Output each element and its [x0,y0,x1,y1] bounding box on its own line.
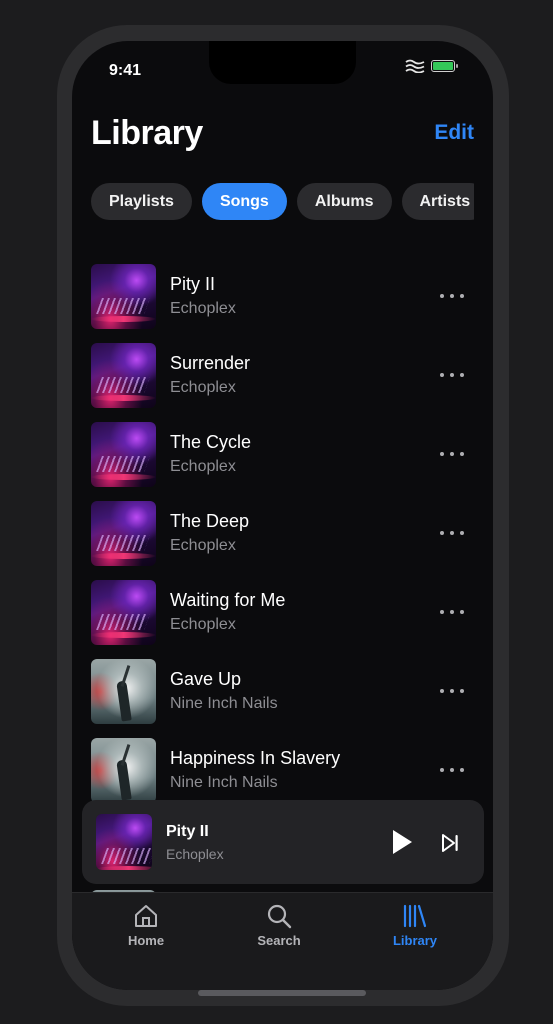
song-meta: Happiness In Slavery Nine Inch Nails [170,747,474,794]
status-time: 9:41 [109,62,142,79]
song-title: The Deep [170,511,250,531]
song-artist: Echoplex [170,616,236,633]
song-row[interactable]: Gave Up Nine Inch Nails [91,652,474,731]
mini-player[interactable]: Pity II Echoplex [82,800,484,884]
song-meta: Pity II Echoplex [170,273,474,320]
song-title: Gave Up [170,669,242,689]
skip-forward-icon[interactable] [440,833,460,853]
song-meta: The Deep Echoplex [170,510,474,557]
status-icons [405,59,458,73]
song-artist: Nine Inch Nails [170,695,278,712]
tab-search-label: Search [257,933,301,948]
song-row[interactable]: Pity II Echoplex [91,257,474,336]
more-options-icon[interactable] [440,524,464,542]
now-playing-title: Pity II [166,822,209,840]
album-art [91,659,156,724]
album-art [91,580,156,645]
chip-songs[interactable]: Songs [201,183,287,220]
song-title: Surrender [170,353,251,373]
song-row[interactable]: The Deep Echoplex [91,494,474,573]
song-artist: Nine Inch Nails [170,774,278,791]
tab-home-label: Home [127,933,165,948]
more-options-icon[interactable] [440,603,464,621]
song-artist: Echoplex [170,300,236,317]
library-icon [403,904,427,928]
song-row[interactable]: Waiting for Me Echoplex [91,573,474,652]
song-meta: Surrender Echoplex [170,352,474,399]
search-icon [267,904,292,929]
battery-level [433,62,453,70]
tab-bar: Home Search Library [72,892,493,990]
screen: 9:41 Library Edit Playlists Songs Albums… [72,41,493,990]
more-options-icon[interactable] [440,287,464,305]
more-options-icon[interactable] [440,445,464,463]
chip-albums[interactable]: Albums [296,183,392,220]
song-title: The Cycle [170,432,252,452]
song-title: Happiness In Slavery [170,748,341,768]
now-playing-meta: Pity II Echoplex [166,823,484,862]
more-options-icon[interactable] [440,366,464,384]
song-row[interactable]: Surrender Echoplex [91,336,474,415]
song-list: Pity II Echoplex Surrender Echoplex The … [91,257,474,810]
album-art [91,422,156,487]
song-meta: The Cycle Echoplex [170,431,474,478]
battery-icon [431,60,458,72]
filter-chips: Playlists Songs Albums Artists [91,183,474,221]
notch [209,41,356,84]
song-row[interactable]: The Cycle Echoplex [91,415,474,494]
album-art [91,343,156,408]
album-art [91,264,156,329]
page-title: Library [91,114,203,152]
chip-playlists[interactable]: Playlists [91,183,192,220]
song-artist: Echoplex [170,537,236,554]
tab-library[interactable]: Library [365,903,465,948]
home-indicator[interactable] [198,990,366,996]
more-options-icon[interactable] [440,682,464,700]
tab-home[interactable]: Home [96,903,196,948]
song-row[interactable]: Happiness In Slavery Nine Inch Nails [91,731,474,810]
edit-button[interactable]: Edit [434,121,474,145]
wifi-icon [405,59,425,73]
tab-search[interactable]: Search [229,903,329,948]
song-meta: Waiting for Me Echoplex [170,589,474,636]
song-title: Waiting for Me [170,590,286,610]
album-art [91,738,156,803]
now-playing-art [96,814,152,870]
song-title: Pity II [170,274,216,294]
more-options-icon[interactable] [440,761,464,779]
chip-artists[interactable]: Artists [401,183,474,220]
song-meta: Gave Up Nine Inch Nails [170,668,474,715]
tab-library-label: Library [392,933,438,948]
home-icon [135,905,157,927]
album-art [91,501,156,566]
song-artist: Echoplex [170,379,236,396]
song-artist: Echoplex [170,458,236,475]
play-icon[interactable] [391,829,413,855]
now-playing-artist: Echoplex [166,845,224,862]
